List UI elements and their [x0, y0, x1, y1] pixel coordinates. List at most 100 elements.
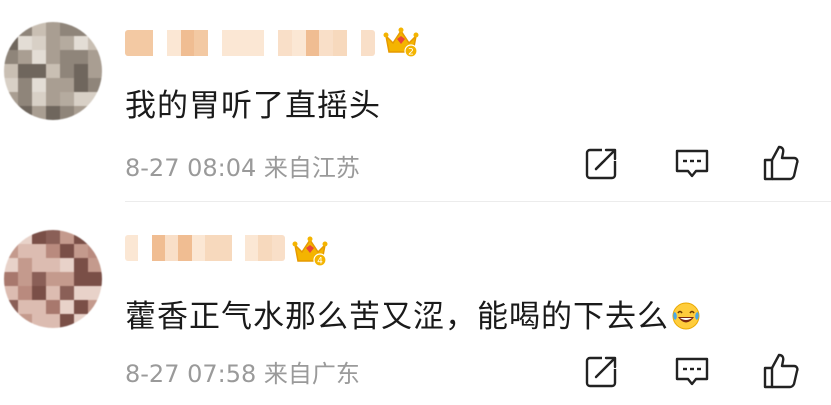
avatar-pixel	[32, 78, 46, 92]
avatar-pixel	[88, 244, 102, 258]
avatar-pixel	[88, 22, 102, 36]
avatar-pixel	[32, 286, 46, 300]
comment-meta: 8-27 08:04 来自江苏	[125, 148, 360, 183]
avatar-pixel	[4, 36, 18, 50]
avatar-pixel	[74, 300, 88, 314]
avatar-pixel	[88, 286, 102, 300]
avatar-pixel	[74, 258, 88, 272]
username-blur-block	[222, 30, 237, 56]
avatar-pixel	[46, 22, 60, 36]
avatar-pixel	[4, 230, 18, 244]
avatar-pixel	[46, 64, 60, 78]
username-blur-block	[194, 30, 209, 56]
username-blur-block	[152, 30, 167, 56]
username-blurred[interactable]	[125, 30, 375, 56]
avatar-pixel	[88, 106, 102, 120]
avatar-pixel	[88, 92, 102, 106]
avatar-pixel	[18, 286, 32, 300]
avatar-pixel	[74, 64, 88, 78]
thumbs-up-icon[interactable]	[761, 351, 801, 391]
avatar-pixel	[4, 272, 18, 286]
avatar-pixel	[4, 244, 18, 258]
avatar[interactable]	[4, 230, 102, 328]
username-blur-block	[361, 30, 375, 56]
avatar-pixel	[88, 258, 102, 272]
avatar-pixel	[46, 106, 60, 120]
username-blur-block	[125, 235, 139, 261]
avatar-pixel	[46, 244, 60, 258]
username-blur-block	[125, 30, 139, 56]
avatar-pixel	[46, 230, 60, 244]
avatar-pixel	[74, 244, 88, 258]
avatar-pixel	[18, 78, 32, 92]
comment-text: 藿香正气水那么苦又涩，能喝的下去么	[125, 291, 701, 336]
comment-item: 2 我的胃听了直摇头 8-27 08:04 来自江苏	[0, 0, 831, 203]
avatar[interactable]	[4, 22, 102, 120]
avatar-pixel	[4, 50, 18, 64]
avatar-pixel	[88, 300, 102, 314]
username-blur-block	[138, 235, 152, 261]
username-blur-block	[191, 235, 205, 261]
share-icon[interactable]	[582, 351, 622, 391]
crown-level-icon: 4	[292, 236, 328, 267]
avatar-pixel	[60, 230, 74, 244]
username-blur-block	[164, 235, 179, 261]
username-blur-block	[151, 235, 165, 261]
crown-level-number: 4	[317, 257, 323, 267]
avatar-pixel	[60, 78, 74, 92]
avatar-pixel	[32, 272, 46, 286]
username-blur-block	[319, 30, 334, 56]
comment-icon[interactable]	[672, 143, 712, 183]
avatar-pixel	[60, 258, 74, 272]
avatar-pixel	[32, 64, 46, 78]
comment-meta: 8-27 07:58 来自广东	[125, 354, 360, 389]
avatar-pixel	[88, 272, 102, 286]
avatar-pixel	[18, 50, 32, 64]
avatar-pixel	[4, 92, 18, 106]
avatar-pixel	[60, 92, 74, 106]
username-blurred[interactable]	[125, 235, 285, 261]
username-blur-block	[244, 235, 259, 261]
comment-icon[interactable]	[672, 351, 712, 391]
avatar-pixel	[88, 78, 102, 92]
avatar-pixel	[4, 300, 18, 314]
avatar-pixel	[46, 314, 60, 328]
username-blur-block	[291, 30, 306, 56]
avatar-pixel	[46, 300, 60, 314]
comment-item: 4 藿香正气水那么苦又涩，能喝的下去么 8-27 07:58 来自广东	[0, 203, 831, 405]
thumbs-up-icon[interactable]	[761, 143, 801, 183]
avatar-pixel	[46, 258, 60, 272]
comment-text-content: 藿香正气水那么苦又涩，能喝的下去么	[125, 299, 669, 335]
avatar-pixel	[60, 36, 74, 50]
avatar-pixel	[46, 78, 60, 92]
avatar-pixel	[18, 106, 32, 120]
avatar-pixel	[60, 50, 74, 64]
avatar-pixel	[4, 22, 18, 36]
avatar-pixel	[60, 286, 74, 300]
comment-location: 来自江苏	[263, 154, 360, 182]
username-blur-block	[347, 30, 362, 56]
avatar-pixel	[18, 314, 32, 328]
avatar-pixel	[32, 314, 46, 328]
share-icon[interactable]	[582, 143, 622, 183]
username-blur-block	[231, 235, 245, 261]
avatar-pixel	[4, 64, 18, 78]
avatar-pixel	[46, 92, 60, 106]
avatar-pixel	[74, 230, 88, 244]
avatar-pixel	[32, 244, 46, 258]
avatar-pixel	[4, 78, 18, 92]
username-blur-block	[166, 30, 181, 56]
avatar-pixel	[74, 22, 88, 36]
avatar-pixel	[18, 230, 32, 244]
avatar-pixel	[60, 22, 74, 36]
divider	[125, 201, 831, 202]
avatar-pixel	[18, 36, 32, 50]
avatar-pixel	[74, 50, 88, 64]
avatar-pixel	[74, 314, 88, 328]
avatar-pixel	[74, 36, 88, 50]
username-blur-block	[305, 30, 320, 56]
username-blur-block	[236, 30, 251, 56]
avatar-pixel	[4, 258, 18, 272]
username-blur-block	[178, 235, 192, 261]
avatar-pixel	[88, 36, 102, 50]
